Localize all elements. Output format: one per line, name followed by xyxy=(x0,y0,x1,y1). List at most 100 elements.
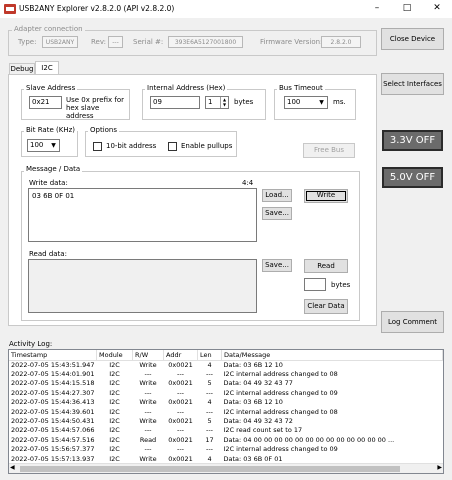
close-window-button[interactable]: ✕ xyxy=(422,0,452,18)
log-rw: Write xyxy=(139,360,157,369)
bit-rate-value: 100 xyxy=(30,141,44,149)
scroll-right-icon[interactable]: ▶ xyxy=(437,464,442,471)
write-data-textarea[interactable]: 03 6B 0F 01 xyxy=(28,188,257,242)
log-timestamp: 2022-07-05 15:43:51.947 xyxy=(11,360,95,369)
column-data-message[interactable]: Data/Message xyxy=(221,350,443,361)
log-rw: Write xyxy=(139,398,157,407)
log-message: I2C internal address changed to 09 xyxy=(223,445,338,454)
stepper-arrows-icon[interactable]: ▲ ▼ xyxy=(220,97,228,108)
log-module: I2C xyxy=(109,435,120,444)
log-rw: Write xyxy=(139,417,157,426)
activity-log-list[interactable]: Timestamp Module R/W Addr Len Data/Messa… xyxy=(8,349,444,474)
column-rw[interactable]: R/W xyxy=(132,350,165,361)
internal-address-count-stepper[interactable]: 1 ▲ ▼ xyxy=(205,96,229,109)
log-timestamp: 2022-07-05 15:44:27.307 xyxy=(11,388,95,397)
log-row[interactable]: 2022-07-05 15:44:57.516 I2C Read 0x0021 17 Da… xyxy=(9,435,443,444)
status-3v3[interactable]: 3.3V OFF xyxy=(382,130,443,151)
bit-rate-select[interactable]: 100 ▼ xyxy=(27,139,60,152)
log-message: Data: 03 6B 12 10 xyxy=(223,398,283,407)
load-button[interactable]: Load... xyxy=(262,189,292,202)
log-row[interactable]: 2022-07-05 15:56:57.377 I2C --- --- --- I2C i… xyxy=(9,445,443,454)
log-len: --- xyxy=(205,407,214,416)
log-timestamp: 2022-07-05 15:56:57.377 xyxy=(11,445,95,454)
firmware-version-label: Firmware Version: xyxy=(260,38,323,46)
log-row[interactable]: 2022-07-05 15:44:15.518 I2C Write 0x0021 5 Da… xyxy=(9,379,443,388)
log-addr: --- xyxy=(176,426,185,435)
log-row[interactable]: 2022-07-05 15:44:01.901 I2C --- --- --- I2C i… xyxy=(9,369,443,378)
log-timestamp: 2022-07-05 15:57:13.937 xyxy=(11,454,95,463)
tab-i2c[interactable]: I2C xyxy=(35,61,59,75)
save-write-button[interactable]: Save... xyxy=(262,207,292,220)
maximize-button[interactable]: □ xyxy=(392,0,422,18)
scrollbar-thumb[interactable] xyxy=(20,466,400,472)
log-module: I2C xyxy=(109,398,120,407)
column-timestamp[interactable]: Timestamp xyxy=(9,350,98,361)
log-row[interactable]: 2022-07-05 15:57:13.937 I2C Write 0x0021 4 Da… xyxy=(9,454,443,463)
log-module: I2C xyxy=(109,454,120,463)
log-addr: 0x0021 xyxy=(168,417,193,426)
chevron-down-icon: ▼ xyxy=(319,99,324,106)
log-len: 4 xyxy=(207,398,212,407)
bus-timeout-unit: ms. xyxy=(333,98,346,106)
adapter-serial-label: Serial #: xyxy=(133,38,164,46)
log-row[interactable]: 2022-07-05 15:44:50.431 I2C Write 0x0021 5 Da… xyxy=(9,416,443,425)
read-bytes-label: bytes xyxy=(331,281,351,289)
free-bus-button[interactable]: Free Bus xyxy=(303,143,355,158)
log-rw: Write xyxy=(139,454,157,463)
log-timestamp: 2022-07-05 15:44:50.431 xyxy=(11,417,95,426)
read-data-label: Read data: xyxy=(29,250,67,258)
select-interfaces-button[interactable]: Select Interfaces xyxy=(381,73,444,95)
log-module: I2C xyxy=(109,388,120,397)
scroll-left-icon[interactable]: ◀ xyxy=(10,464,15,471)
log-len: --- xyxy=(205,370,214,379)
column-len[interactable]: Len xyxy=(197,350,223,361)
read-button[interactable]: Read xyxy=(304,259,348,273)
slave-address-input[interactable]: 0x21 xyxy=(29,96,62,109)
log-row[interactable]: 2022-07-05 15:43:51.947 I2C Write 0x0021 4 Da… xyxy=(9,360,443,369)
adapter-rev-field: --- xyxy=(108,36,123,48)
write-button[interactable]: Write xyxy=(304,189,348,203)
log-comment-button[interactable]: Log Comment xyxy=(381,311,444,333)
log-len: --- xyxy=(205,388,214,397)
log-module: I2C xyxy=(109,417,120,426)
activity-log-label: Activity Log: xyxy=(9,340,53,348)
internal-address-count: 1 xyxy=(208,98,213,106)
clear-data-button[interactable]: Clear Data xyxy=(304,299,348,314)
app-icon xyxy=(4,4,16,14)
bus-timeout-value: 100 xyxy=(287,98,301,106)
log-row[interactable]: 2022-07-05 15:44:36.413 I2C Write 0x0021 4 Da… xyxy=(9,398,443,407)
log-message: I2C internal address changed to 08 xyxy=(223,370,338,379)
log-message: I2C read count set to 17 xyxy=(223,426,303,435)
log-rw: Read xyxy=(139,435,157,444)
log-message: Data: 03 6B 12 10 xyxy=(223,360,283,369)
read-data-textarea[interactable] xyxy=(28,259,257,313)
adapter-type-label: Type: xyxy=(18,38,37,46)
write-data-label: Write data: xyxy=(29,179,68,187)
log-timestamp: 2022-07-05 15:44:15.518 xyxy=(11,379,95,388)
column-module[interactable]: Module xyxy=(96,350,134,361)
log-row[interactable]: 2022-07-05 15:44:57.066 I2C --- --- --- I2C r… xyxy=(9,426,443,435)
bus-timeout-select[interactable]: 100 ▼ xyxy=(284,96,328,109)
internal-address-input[interactable]: 09 xyxy=(150,96,200,109)
enable-pullups-checkbox[interactable] xyxy=(168,142,177,151)
log-row[interactable]: 2022-07-05 15:44:39.601 I2C --- --- --- I2C i… xyxy=(9,407,443,416)
log-horizontal-scrollbar[interactable]: ◀ ▶ xyxy=(9,463,443,473)
status-5v0[interactable]: 5.0V OFF xyxy=(382,167,443,188)
column-addr[interactable]: Addr xyxy=(163,350,199,361)
minimize-button[interactable]: – xyxy=(362,0,392,18)
log-timestamp: 2022-07-05 15:44:39.601 xyxy=(11,407,95,416)
save-read-button[interactable]: Save... xyxy=(262,259,292,272)
tab-debug[interactable]: Debug xyxy=(9,63,35,74)
ten-bit-address-checkbox[interactable] xyxy=(93,142,102,151)
log-addr: 0x0021 xyxy=(168,454,193,463)
close-device-button[interactable]: Close Device xyxy=(381,28,444,50)
log-addr: --- xyxy=(176,370,185,379)
bus-timeout-label: Bus Timeout xyxy=(277,84,325,92)
log-addr: 0x0021 xyxy=(168,398,193,407)
log-rw: --- xyxy=(144,445,152,454)
log-module: I2C xyxy=(109,426,120,435)
read-count-input[interactable] xyxy=(304,278,326,291)
options-label: Options xyxy=(88,126,120,134)
log-len: 4 xyxy=(207,360,212,369)
log-row[interactable]: 2022-07-05 15:44:27.307 I2C --- --- --- I2C i… xyxy=(9,388,443,397)
